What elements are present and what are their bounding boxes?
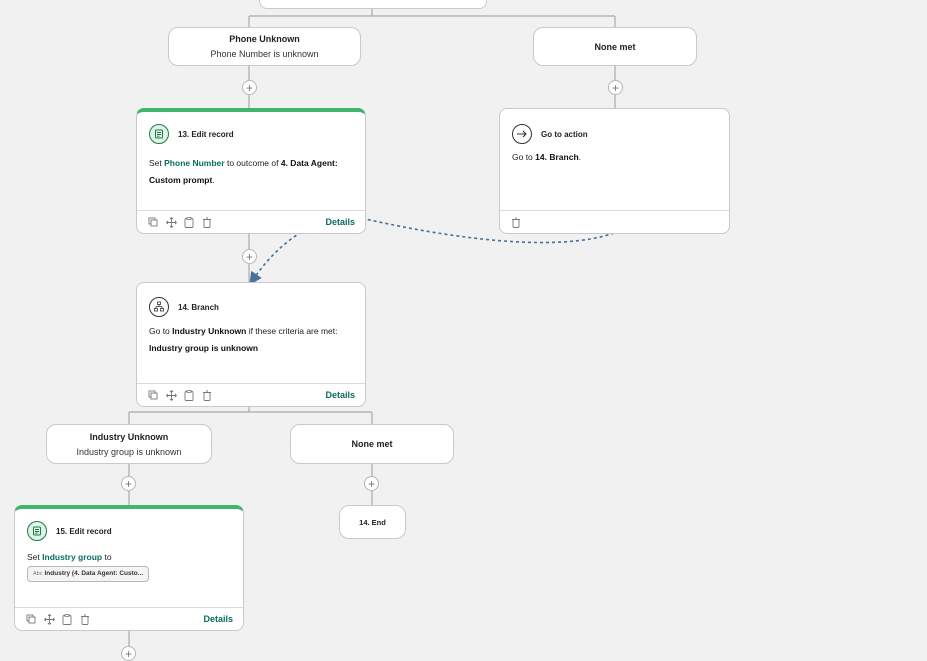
branch-phone-unknown[interactable]: Phone Unknown Phone Number is unknown bbox=[168, 27, 361, 66]
card-description: Go to 14. Branch. bbox=[500, 144, 729, 166]
card-description: Set Phone Number to outcome of 4. Data A… bbox=[137, 144, 365, 189]
target-name: Industry Unknown bbox=[172, 326, 247, 336]
clipboard-icon[interactable] bbox=[183, 389, 195, 401]
branch-none-met-bottom[interactable]: None met bbox=[290, 424, 454, 464]
add-step-button[interactable]: + bbox=[242, 249, 257, 264]
copy-icon[interactable] bbox=[147, 389, 159, 401]
move-icon[interactable] bbox=[43, 613, 55, 625]
card-toolbar bbox=[500, 210, 729, 233]
trash-icon[interactable] bbox=[201, 216, 213, 228]
add-step-button[interactable]: + bbox=[364, 476, 379, 491]
branch-industry-unknown[interactable]: Industry Unknown Industry group is unkno… bbox=[46, 424, 212, 464]
branch-icon bbox=[149, 297, 169, 317]
text-end: . bbox=[578, 152, 582, 162]
pill-text: Industry (4. Data Agent: Custo... bbox=[44, 570, 144, 577]
card-toolbar: Details bbox=[15, 607, 243, 630]
target-name: 14. Branch bbox=[535, 152, 579, 162]
text-prefix: Go to bbox=[149, 326, 170, 336]
card-title: 15. Edit record bbox=[56, 526, 112, 536]
card-description: Go to Industry Unknown if these criteria… bbox=[137, 317, 365, 357]
text-mid: to outcome of bbox=[226, 158, 279, 168]
card-toolbar: Details bbox=[137, 210, 365, 233]
trash-icon[interactable] bbox=[79, 613, 91, 625]
flow-canvas: Phone Unknown Phone Number is unknown No… bbox=[0, 0, 927, 661]
arrow-right-circle-icon bbox=[512, 124, 532, 144]
card-14-branch[interactable]: 14. Branch Go to Industry Unknown if the… bbox=[136, 282, 366, 407]
details-link[interactable]: Details bbox=[325, 390, 355, 400]
trash-icon[interactable] bbox=[201, 389, 213, 401]
clipboard-icon[interactable] bbox=[61, 613, 73, 625]
move-icon[interactable] bbox=[165, 389, 177, 401]
text-end: . bbox=[212, 175, 215, 185]
add-step-button[interactable]: + bbox=[121, 646, 136, 661]
copy-icon[interactable] bbox=[147, 216, 159, 228]
variable-pill[interactable]: Abc Industry (4. Data Agent: Custo... bbox=[27, 566, 150, 582]
branch-title: None met bbox=[351, 439, 393, 449]
branch-title: Industry Unknown bbox=[89, 431, 169, 442]
details-link[interactable]: Details bbox=[325, 217, 355, 227]
clipboard-icon[interactable] bbox=[183, 216, 195, 228]
add-step-button[interactable]: + bbox=[608, 80, 623, 95]
card-title: 13. Edit record bbox=[178, 129, 234, 139]
text-set: Set bbox=[27, 552, 40, 562]
trash-icon[interactable] bbox=[510, 216, 522, 228]
details-link[interactable]: Details bbox=[203, 614, 233, 624]
card-15-edit-record[interactable]: 15. Edit record Set Industry group to Ab… bbox=[14, 505, 244, 631]
text-type-icon: Abc bbox=[33, 571, 43, 577]
previous-branch-card[interactable] bbox=[259, 0, 487, 9]
branch-subtitle: Phone Number is unknown bbox=[210, 49, 319, 59]
add-step-button[interactable]: + bbox=[242, 80, 257, 95]
add-step-button[interactable]: + bbox=[121, 476, 136, 491]
card-13-edit-record[interactable]: 13. Edit record Set Phone Number to outc… bbox=[136, 108, 366, 234]
text-mid: to bbox=[104, 552, 112, 562]
criteria-text: Industry group is unknown bbox=[149, 343, 259, 353]
branch-title: None met bbox=[594, 41, 636, 52]
document-edit-icon bbox=[149, 124, 169, 144]
document-edit-icon bbox=[27, 521, 47, 541]
end-label: 14. End bbox=[359, 517, 386, 527]
card-description: Set Industry group to Abc Industry (4. Da… bbox=[15, 541, 243, 582]
branch-subtitle: Industry group is unknown bbox=[76, 446, 182, 457]
field-name: Industry group bbox=[42, 552, 103, 562]
field-name: Phone Number bbox=[164, 158, 225, 168]
card-toolbar: Details bbox=[137, 383, 365, 406]
card-go-to-action[interactable]: Go to action Go to 14. Branch. bbox=[499, 108, 730, 234]
text-mid: if these criteria are met: bbox=[248, 326, 338, 336]
card-title: Go to action bbox=[541, 129, 588, 139]
text-prefix: Go to bbox=[512, 152, 533, 162]
branch-title: Phone Unknown bbox=[229, 34, 300, 44]
branch-none-met-top[interactable]: None met bbox=[533, 27, 697, 66]
copy-icon[interactable] bbox=[25, 613, 37, 625]
text-set: Set bbox=[149, 158, 162, 168]
end-node[interactable]: 14. End bbox=[339, 505, 406, 539]
card-title: 14. Branch bbox=[178, 302, 219, 312]
move-icon[interactable] bbox=[165, 216, 177, 228]
